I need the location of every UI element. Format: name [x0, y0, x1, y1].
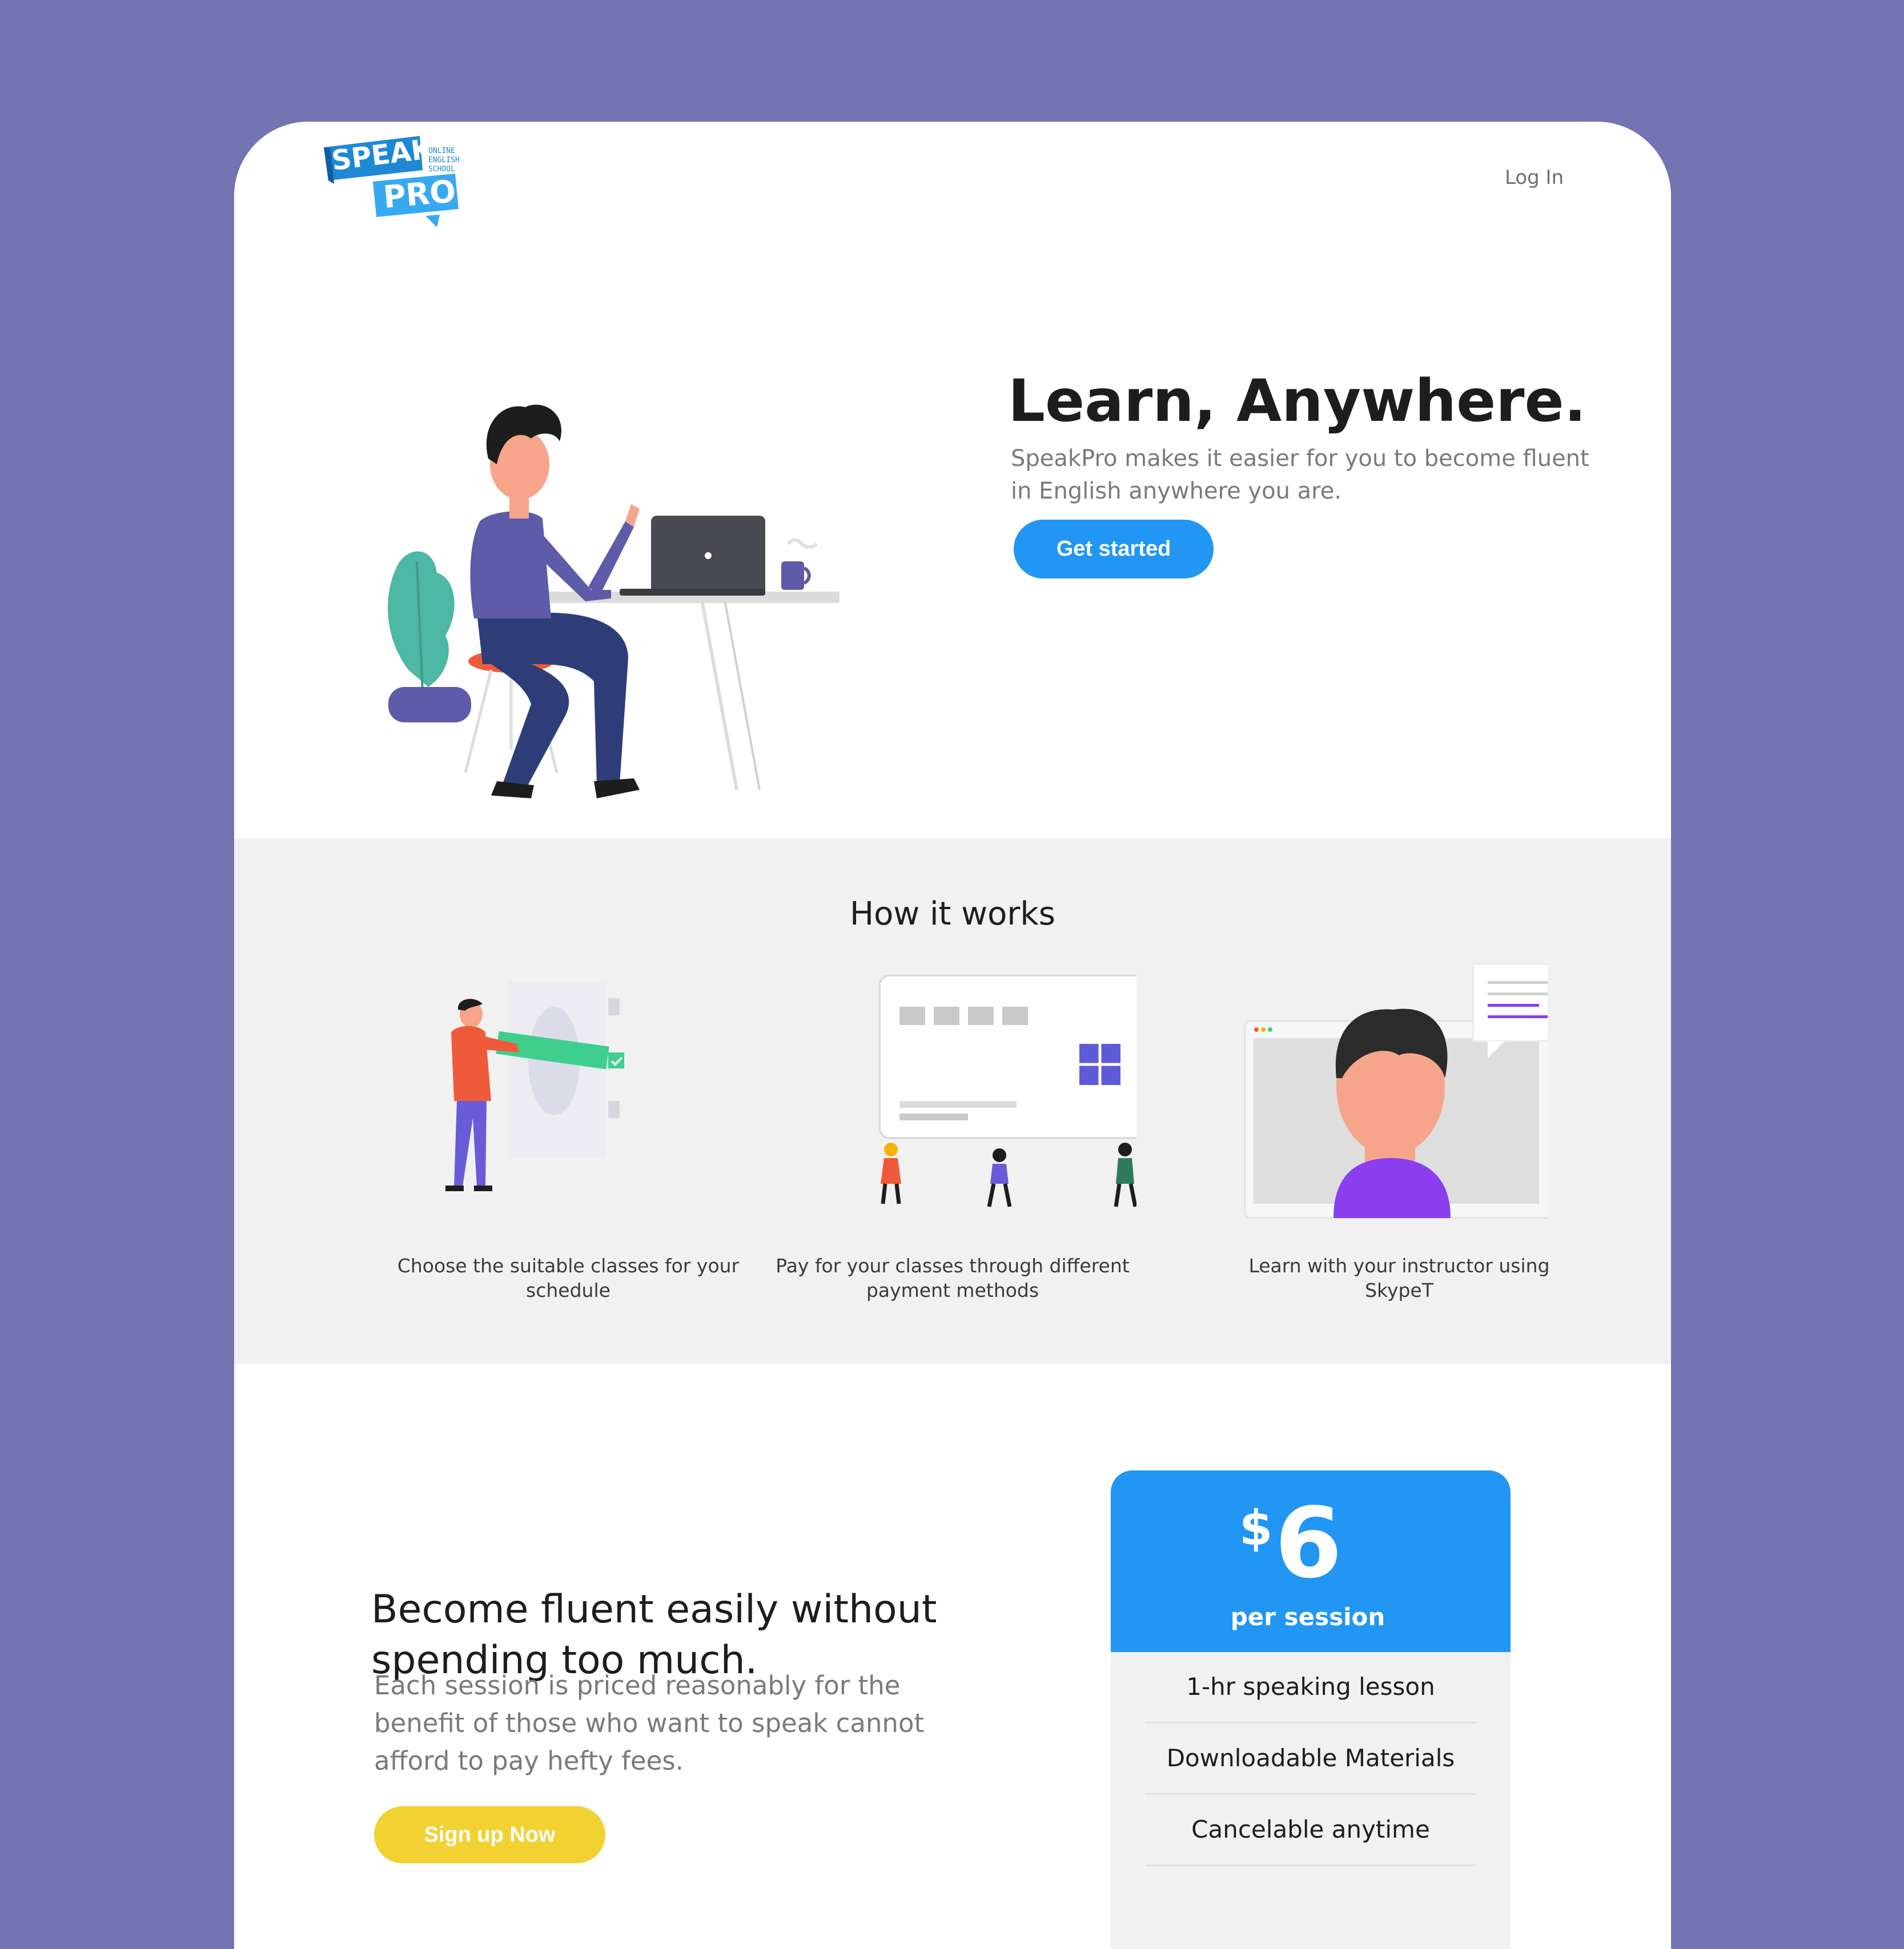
video-call-illustration: [1244, 963, 1548, 1219]
price-card-header: $ 6 per session: [1111, 1470, 1511, 1652]
svg-text:ONLINE: ONLINE: [428, 147, 455, 155]
price-amount: 6: [1275, 1487, 1343, 1600]
schedule-illustration: [445, 981, 624, 1191]
hero-title: Learn, Anywhere.: [1008, 367, 1586, 435]
login-link[interactable]: Log In: [1505, 166, 1564, 189]
svg-text:SPEAK: SPEAK: [330, 136, 435, 177]
speakpro-logo[interactable]: SPEAK PRO ONLINE ENGLISH SCHOOL: [323, 136, 471, 233]
step-caption-3: Learn with your instructor using SkypeT: [1248, 1255, 1550, 1301]
step-caption-2: Pay for your classes through different p…: [776, 1255, 1130, 1301]
payment-illustration: [878, 974, 1136, 1207]
price-card: $ 6 per session 1-hr speaking lesson Dow…: [1111, 1470, 1511, 1949]
section-title: How it works: [850, 895, 1055, 933]
feature-item: Cancelable anytime: [1145, 1795, 1476, 1866]
svg-text:ENGLISH: ENGLISH: [428, 156, 460, 164]
feature-item: Downloadable Materials: [1145, 1723, 1476, 1795]
page-frame: SPEAK PRO ONLINE ENGLISH SCHOOL Log In L…: [234, 122, 1671, 1949]
get-started-button[interactable]: Get started: [1014, 520, 1214, 578]
how-it-works-section: How it works Choose the suitable classes…: [234, 838, 1671, 1364]
feature-list: 1-hr speaking lesson Downloadable Materi…: [1111, 1652, 1511, 1866]
hero-illustration: [388, 404, 839, 798]
pricing-subtitle: Each session is priced reasonably for th…: [374, 1670, 925, 1776]
svg-text:SCHOOL: SCHOOL: [428, 165, 455, 174]
sign-up-button[interactable]: Sign up Now: [374, 1806, 605, 1863]
price-period: per session: [1230, 1603, 1385, 1631]
step-caption-1: Choose the suitable classes for your sch…: [397, 1255, 740, 1301]
price-currency: $: [1239, 1500, 1273, 1556]
hero-subtitle: SpeakPro makes it easier for you to beco…: [1011, 445, 1589, 504]
svg-text:PRO: PRO: [382, 173, 457, 215]
feature-item: 1-hr speaking lesson: [1145, 1652, 1476, 1723]
